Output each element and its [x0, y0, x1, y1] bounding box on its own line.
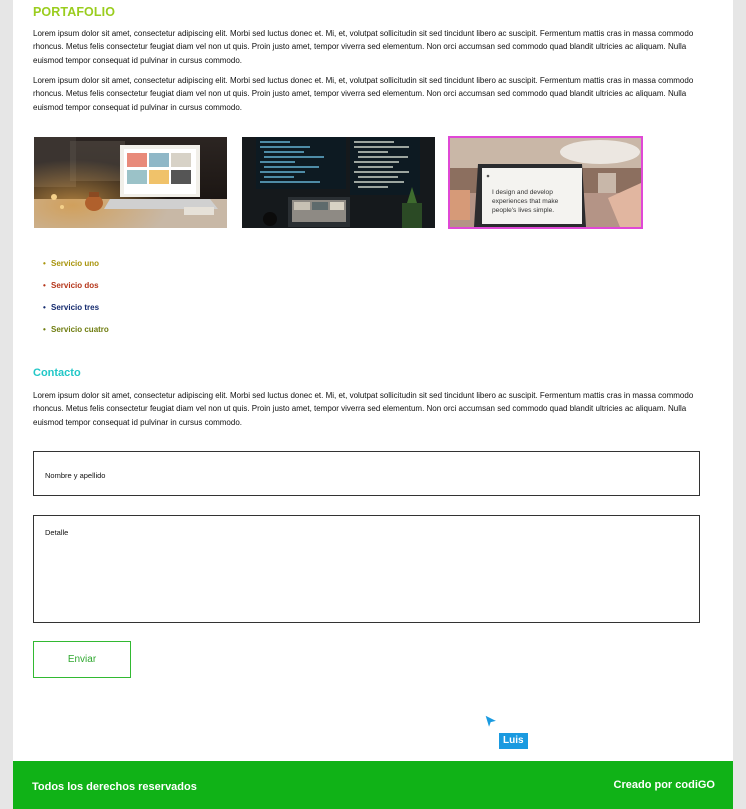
- bullet-icon: •: [43, 303, 46, 312]
- name-field-placeholder: Nombre y apellido: [45, 471, 106, 480]
- portfolio-paragraph-1: Lorem ipsum dolor sit amet, consectetur …: [33, 29, 694, 65]
- portfolio-image-laptop-design[interactable]: I design and develop experiences that ma…: [448, 136, 643, 229]
- bullet-icon: •: [43, 325, 46, 334]
- name-field[interactable]: Nombre y apellido: [33, 451, 700, 496]
- submit-button[interactable]: Enviar: [33, 641, 131, 678]
- cursor-user-label: Luis: [499, 733, 528, 749]
- portfolio-image-laptop-desk[interactable]: [34, 137, 227, 228]
- page-content: PORTAFOLIO Lorem ipsum dolor sit amet, c…: [13, 0, 733, 809]
- footer-copyright: Todos los derechos reservados: [32, 781, 197, 793]
- service-item-dos[interactable]: • Servicio dos: [43, 281, 109, 303]
- bullet-icon: •: [43, 281, 46, 290]
- bullet-icon: •: [43, 259, 46, 268]
- contact-paragraph: Lorem ipsum dolor sit amet, consectetur …: [33, 391, 694, 427]
- footer-credit: Creado por codiGO: [613, 779, 715, 791]
- portfolio-paragraph-2: Lorem ipsum dolor sit amet, consectetur …: [33, 76, 694, 112]
- contact-title: Contacto: [33, 367, 81, 379]
- footer: Todos los derechos reservados Creado por…: [13, 761, 733, 809]
- image3-caption-line-2: experiences that make: [492, 198, 559, 205]
- image3-caption-line-3: people's lives simple.: [492, 207, 554, 214]
- portfolio-image-code-monitors[interactable]: [242, 137, 435, 228]
- service-item-tres[interactable]: • Servicio tres: [43, 303, 109, 325]
- detail-field-placeholder: Detalle: [45, 528, 69, 537]
- pointer-cursor-icon: [484, 714, 498, 730]
- service-label: Servicio dos: [51, 281, 99, 290]
- detail-field[interactable]: Detalle: [33, 515, 700, 623]
- service-item-cuatro[interactable]: • Servicio cuatro: [43, 325, 109, 347]
- service-label: Servicio cuatro: [51, 325, 109, 334]
- services-list: • Servicio uno • Servicio dos • Servicio…: [43, 259, 109, 347]
- service-item-uno[interactable]: • Servicio uno: [43, 259, 109, 281]
- service-label: Servicio uno: [51, 259, 100, 268]
- image3-caption-line-1: I design and develop: [492, 189, 553, 196]
- portfolio-title: PORTAFOLIO: [33, 5, 116, 19]
- service-label: Servicio tres: [51, 303, 100, 312]
